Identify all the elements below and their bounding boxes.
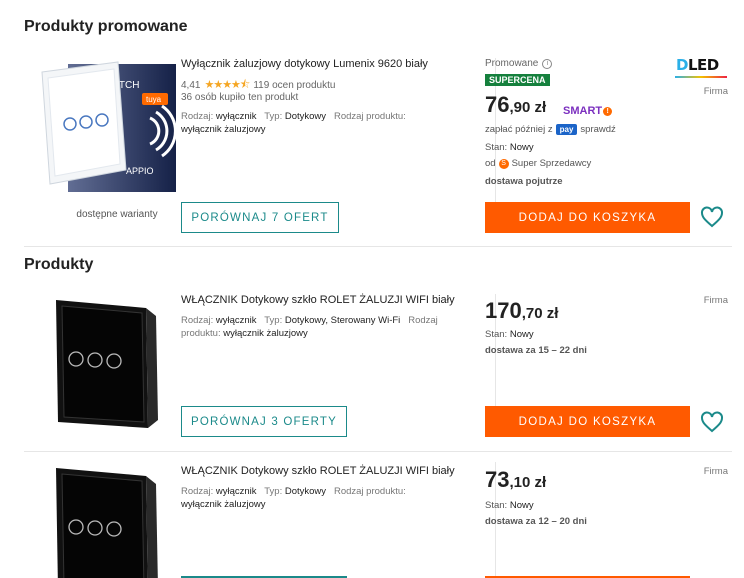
image-logo-text: APPIO — [126, 166, 154, 176]
pay-later: zapłać później z pay sprawdź — [485, 124, 616, 135]
super-seller-icon: S — [498, 158, 509, 169]
condition-value: Nowy — [509, 142, 534, 153]
param-value: wyłącznik żaluzjowy — [181, 499, 266, 510]
bought-count: 36 osób kupiło ten produkt — [181, 92, 299, 103]
price-cents: ,70 zł — [521, 305, 559, 322]
param-value: wyłącznik żaluzjowy — [223, 328, 308, 339]
smart-badge: SMART! — [563, 105, 613, 117]
price-main: 170 — [485, 298, 522, 323]
price: 73,10 zł — [485, 467, 546, 493]
param-label: Rodzaj: — [181, 486, 214, 497]
rating-count[interactable]: 119 ocen produktu — [253, 80, 335, 91]
promoted-section-title: Produkty promowane — [24, 18, 188, 35]
product-title[interactable]: Wyłącznik żaluzjowy dotykowy Lumenix 962… — [181, 58, 428, 70]
seller-row: od S Super Sprzedawcy — [485, 158, 591, 169]
firma-label: Firma — [703, 86, 728, 97]
add-to-cart-button[interactable]: DODAJ DO KOSZYKA — [485, 406, 690, 437]
param-value: wyłącznik — [215, 111, 257, 122]
condition: Stan: Nowy — [485, 142, 534, 153]
product-title[interactable]: WŁĄCZNIK Dotykowy szkło ROLET ŻALUZJI WI… — [181, 465, 455, 477]
param-value: wyłącznik — [215, 315, 257, 326]
param-label: Rodzaj: — [181, 111, 214, 122]
brand-logo-text: LED — [687, 56, 719, 74]
param-value: wyłącznik żaluzjowy — [181, 124, 266, 135]
product-title[interactable]: WŁĄCZNIK Dotykowy szkło ROLET ŻALUZJI WI… — [181, 294, 455, 306]
condition-label: Stan: — [485, 142, 508, 153]
product-image[interactable] — [38, 294, 178, 434]
products-section-title: Produkty — [24, 256, 94, 273]
delivery-info: dostawa pojutrze — [485, 176, 563, 187]
price-main: 73 — [485, 467, 510, 492]
brand-logo-bar — [675, 76, 727, 78]
price-main: 76 — [485, 92, 510, 117]
smart-text: SMART — [563, 105, 603, 117]
compare-offers-button[interactable]: PORÓWNAJ 3 OFERTY — [181, 406, 347, 437]
param-label: Typ: — [264, 111, 283, 122]
product-image[interactable]: SWITCH tuya APPIO — [38, 58, 178, 198]
add-to-cart-button[interactable]: DODAJ DO KOSZYKA — [485, 202, 690, 233]
param-label: Rodzaj: — [181, 315, 214, 326]
price-cents: ,10 zł — [509, 474, 547, 491]
rating-value: 4,41 — [181, 80, 201, 91]
condition-value: Nowy — [509, 329, 534, 340]
delivery-info: dostawa za 12 – 20 dni — [485, 516, 587, 527]
condition-label: Stan: — [485, 500, 508, 511]
pay-check-link[interactable]: sprawdź — [580, 124, 615, 135]
smart-icon: ! — [603, 106, 613, 116]
param-label: Typ: — [264, 315, 283, 326]
param-label: Typ: — [264, 486, 283, 497]
promoted-label: Promowane i — [485, 58, 553, 69]
promoted-text: Promowane — [485, 58, 539, 69]
condition-value: Nowy — [509, 500, 534, 511]
product-params: Rodzaj: wyłącznik Typ: Dotykowy Rodzaj p… — [181, 110, 451, 136]
param-value: Dotykowy, Sterowany Wi-Fi — [284, 315, 401, 326]
compare-offers-button[interactable]: PORÓWNAJ 7 OFERT — [181, 202, 339, 233]
product-params: Rodzaj: wyłącznik Typ: Dotykowy Rodzaj p… — [181, 485, 451, 511]
pay-badge: pay — [555, 124, 578, 135]
image-tag-text: tuya — [146, 95, 162, 104]
price: 76,90 zł — [485, 92, 546, 118]
heart-icon[interactable] — [700, 410, 724, 434]
param-label: Rodzaj produktu: — [333, 111, 406, 122]
param-value: wyłącznik — [215, 486, 257, 497]
firma-label: Firma — [703, 295, 728, 306]
product-image[interactable] — [38, 462, 178, 578]
info-icon[interactable]: i — [542, 58, 553, 69]
condition: Stan: Nowy — [485, 500, 534, 511]
variants-label[interactable]: dostępne warianty — [62, 209, 172, 220]
firma-label: Firma — [703, 466, 728, 477]
delivery-info: dostawa za 15 – 22 dni — [485, 345, 587, 356]
pay-later-text: zapłać później z — [485, 124, 553, 135]
price: 170,70 zł — [485, 298, 558, 324]
supercena-badge: SUPERCENA — [485, 74, 550, 86]
param-label: Rodzaj produktu: — [333, 486, 406, 497]
product-params: Rodzaj: wyłącznik Typ: Dotykowy, Sterowa… — [181, 314, 451, 340]
condition-label: Stan: — [485, 329, 508, 340]
seller-prefix: od — [485, 158, 496, 169]
brand-logo-d: D — [676, 56, 688, 74]
param-value: Dotykowy — [284, 486, 327, 497]
heart-icon[interactable] — [700, 205, 724, 229]
condition: Stan: Nowy — [485, 329, 534, 340]
seller-name[interactable]: Super Sprzedawcy — [512, 158, 592, 169]
price-cents: ,90 zł — [509, 99, 547, 116]
brand-logo: DLED — [676, 56, 719, 74]
param-value: Dotykowy — [284, 111, 327, 122]
